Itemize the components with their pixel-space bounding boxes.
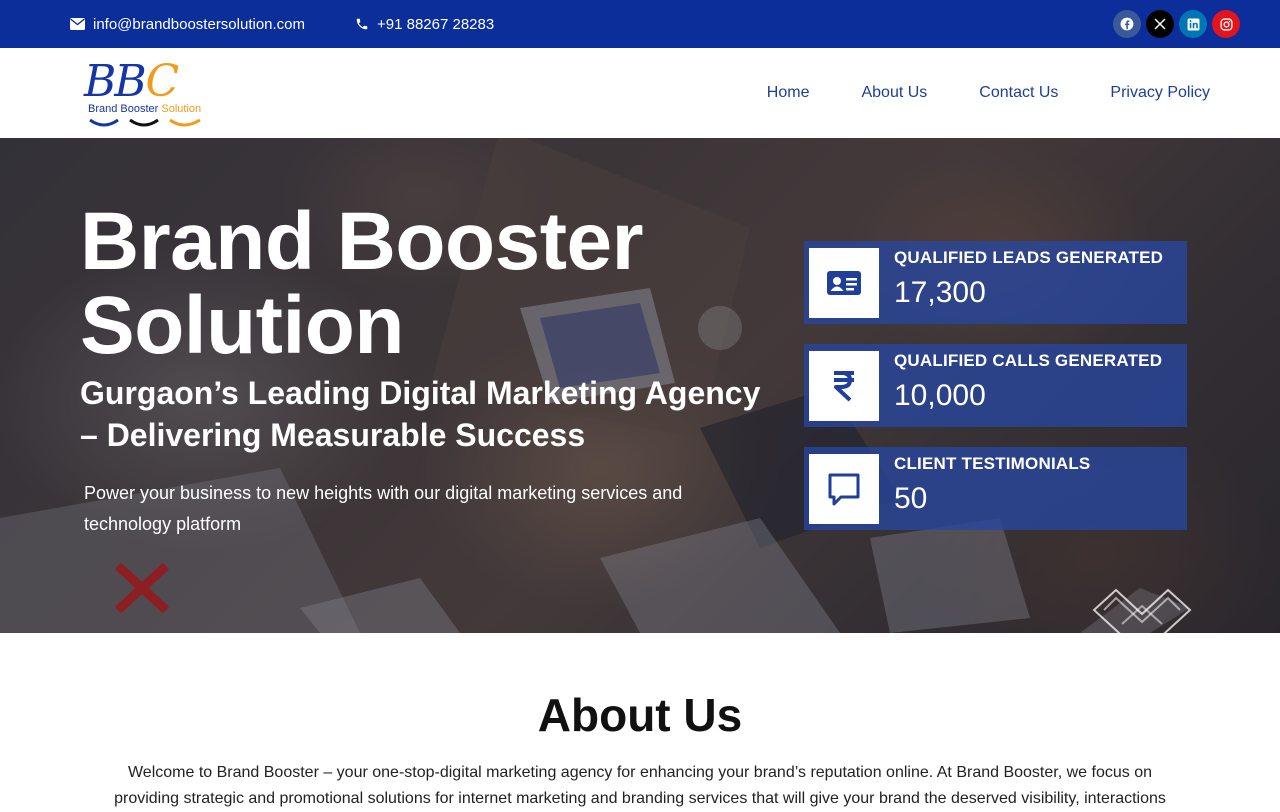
rupee-icon xyxy=(809,351,879,421)
main-nav: Home About Us Contact Us Privacy Policy xyxy=(767,48,1210,138)
phone-icon xyxy=(356,18,368,30)
stat-label: QUALIFIED CALLS GENERATED xyxy=(894,351,1163,370)
stat-value: 17,300 xyxy=(894,276,986,309)
stat-value: 10,000 xyxy=(894,379,986,412)
envelope-icon xyxy=(70,18,85,30)
facebook-icon[interactable] xyxy=(1113,10,1141,38)
chat-icon xyxy=(809,454,879,524)
hero-title: Brand Booster Solution xyxy=(80,196,644,371)
nav-contact-us[interactable]: Contact Us xyxy=(979,84,1058,102)
stat-testimonials: CLIENT TESTIMONIALS 50 xyxy=(804,447,1187,530)
stat-label: QUALIFIED LEADS GENERATED xyxy=(894,248,1164,267)
logo-text: Brand Booster Solution xyxy=(88,103,202,115)
logo[interactable]: BBC Brand Booster Solution xyxy=(84,60,210,128)
id-card-icon xyxy=(809,248,879,318)
hero-tagline: Power your business to new heights with … xyxy=(84,483,683,534)
nav-privacy-policy[interactable]: Privacy Policy xyxy=(1110,84,1210,102)
about-text: Welcome to Brand Booster – your one-stop… xyxy=(114,764,1166,807)
nav-about-us[interactable]: About Us xyxy=(861,84,927,102)
logo-swoosh-icon xyxy=(89,118,201,127)
site-header: BBC Brand Booster Solution Home About Us… xyxy=(0,48,1280,138)
linkedin-icon[interactable] xyxy=(1179,10,1207,38)
stat-value: 50 xyxy=(894,482,928,515)
nav-home[interactable]: Home xyxy=(767,84,810,102)
stat-label: CLIENT TESTIMONIALS xyxy=(894,454,1091,473)
hero-subtitle: Gurgaon’s Leading Digital Marketing Agen… xyxy=(80,375,761,453)
x-shape-icon xyxy=(114,562,170,614)
email-text[interactable]: info@brandboostersolution.com xyxy=(93,16,305,33)
phone-text[interactable]: +91 88267 28283 xyxy=(377,16,494,33)
top-bar: info@brandboostersolution.com +91 88267 … xyxy=(0,0,1280,48)
email-contact[interactable]: info@brandboostersolution.com xyxy=(70,0,305,48)
about-title: About Us xyxy=(537,689,743,741)
phone-contact[interactable]: +91 88267 28283 xyxy=(355,0,494,48)
diamond-pattern-icon xyxy=(1092,588,1192,633)
stat-leads: QUALIFIED LEADS GENERATED 17,300 xyxy=(804,241,1187,324)
logo-letters: BBC xyxy=(84,56,179,107)
instagram-icon[interactable] xyxy=(1212,10,1240,38)
hero-section: Brand Booster Solution Gurgaon’s Leading … xyxy=(0,138,1280,633)
x-icon[interactable] xyxy=(1146,10,1174,38)
stat-calls: QUALIFIED CALLS GENERATED 10,000 xyxy=(804,344,1187,427)
social-links xyxy=(1113,10,1240,38)
